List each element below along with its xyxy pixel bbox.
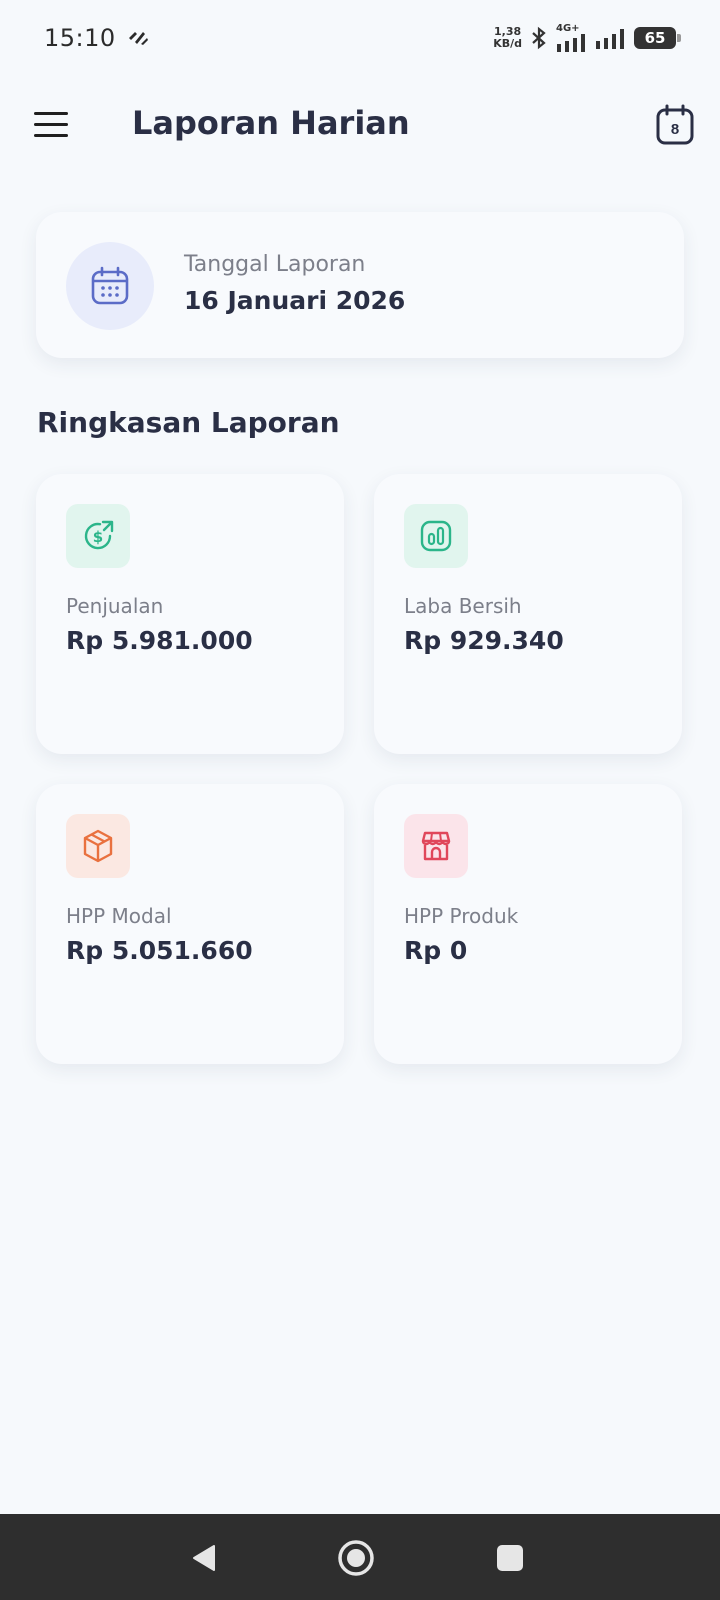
stat-icon-container: $ [66, 504, 130, 568]
recents-square-icon [497, 1545, 523, 1571]
page-title: Laporan Harian [132, 104, 410, 142]
home-circle-icon [338, 1540, 374, 1576]
back-button[interactable] [182, 1536, 226, 1580]
svg-text:8: 8 [671, 121, 679, 138]
mobile-signal-1: 4G+ [556, 24, 588, 52]
stat-icon-container [404, 504, 468, 568]
section-title: Ringkasan Laporan [37, 406, 340, 439]
bluetooth-icon [532, 26, 546, 50]
date-label: Tanggal Laporan [184, 252, 366, 277]
hamburger-icon [34, 112, 68, 115]
stat-card-hpp-modal[interactable]: HPP Modal Rp 5.051.660 [36, 784, 344, 1064]
stat-label: Penjualan [66, 594, 164, 618]
stat-label: Laba Bersih [404, 594, 522, 618]
sales-dollar-icon: $ [84, 520, 114, 550]
stat-value: Rp 5.051.660 [66, 936, 253, 965]
status-time: 15:10 [44, 24, 116, 52]
stat-card-laba-bersih[interactable]: Laba Bersih Rp 929.340 [374, 474, 682, 754]
stat-label: HPP Modal [66, 904, 172, 928]
menu-button[interactable] [34, 112, 68, 138]
store-icon [421, 831, 451, 861]
signal-bars-icon [557, 34, 585, 52]
recents-button[interactable] [488, 1536, 532, 1580]
system-nav-bar [0, 1514, 720, 1600]
home-button[interactable] [334, 1536, 378, 1580]
date-value: 16 Januari 2026 [184, 286, 406, 315]
report-date-card[interactable]: Tanggal Laporan 16 Januari 2026 [36, 212, 684, 358]
stat-label: HPP Produk [404, 904, 519, 928]
status-bar: 15:10 1,38 KB/d 4G+ 65 [0, 0, 720, 76]
network-speed: 1,38 KB/d [493, 25, 522, 50]
signal-bars-icon [596, 29, 624, 49]
calendar-icon [91, 266, 129, 305]
battery-indicator: 65 [634, 27, 681, 49]
calendar-button[interactable]: 8 [656, 104, 694, 146]
stat-value: Rp 5.981.000 [66, 626, 253, 655]
app-notification-icon [128, 32, 148, 45]
chart-bars-icon [420, 520, 452, 552]
date-icon-container [66, 242, 154, 330]
back-triangle-icon [193, 1545, 215, 1571]
stat-value: Rp 0 [404, 936, 468, 965]
stat-icon-container [66, 814, 130, 878]
app-bar: Laporan Harian 8 [0, 90, 720, 160]
svg-text:$: $ [93, 528, 103, 546]
stat-icon-container [404, 814, 468, 878]
stat-card-penjualan[interactable]: $ Penjualan Rp 5.981.000 [36, 474, 344, 754]
stat-card-hpp-produk[interactable]: HPP Produk Rp 0 [374, 784, 682, 1064]
package-box-icon [83, 829, 113, 863]
calendar-icon: 8 [656, 104, 694, 145]
stat-value: Rp 929.340 [404, 626, 564, 655]
